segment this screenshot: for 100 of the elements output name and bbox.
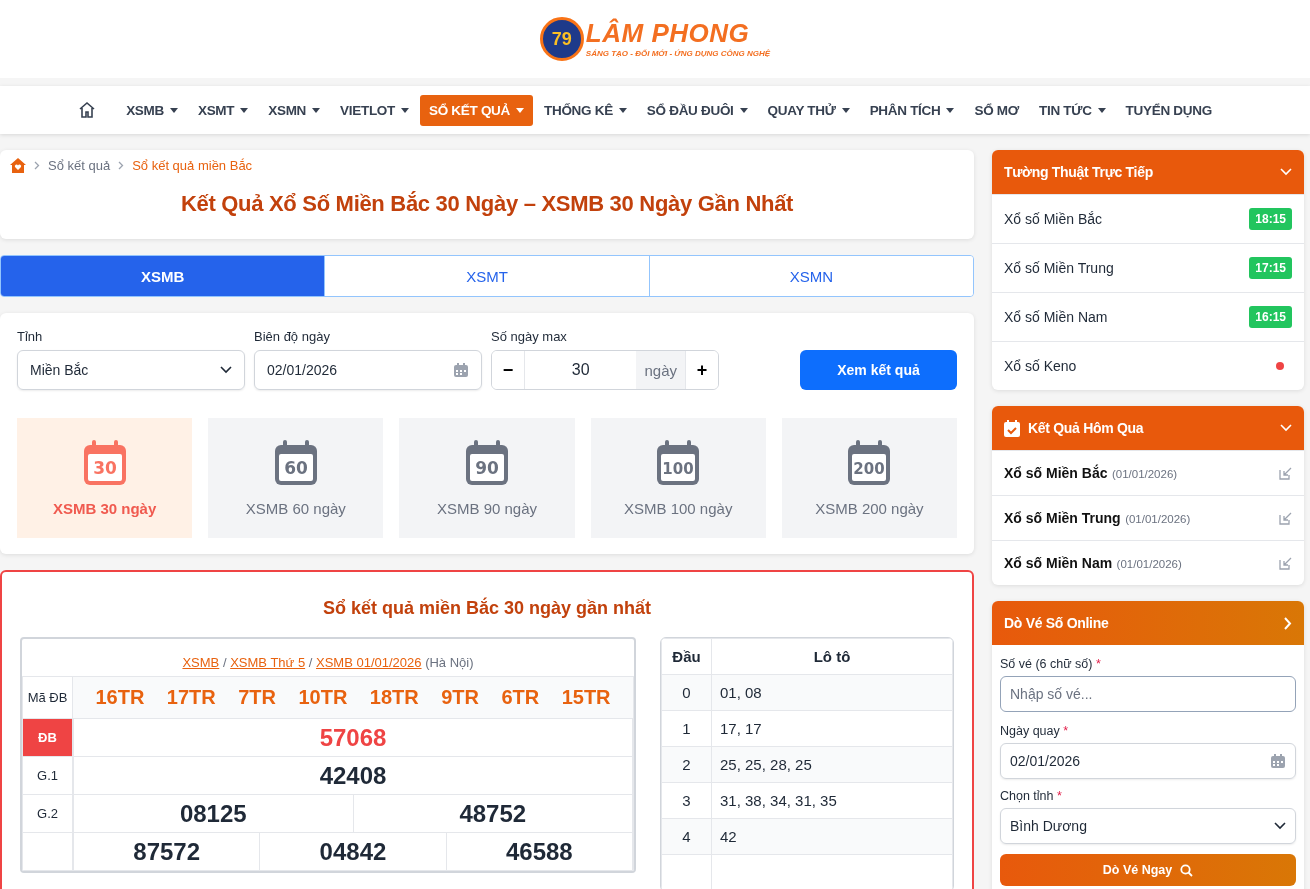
- edit-icon[interactable]: [1279, 466, 1292, 480]
- date-field[interactable]: 02/01/2026: [254, 350, 482, 390]
- prize-number: 48752: [353, 795, 633, 832]
- field-label: Tỉnh: [17, 329, 44, 344]
- code-value: 15TR: [561, 686, 611, 709]
- nav-item[interactable]: QUAY THỬ: [758, 94, 859, 126]
- chevron-down-icon: [220, 366, 232, 374]
- live-link[interactable]: Xổ số Miền Nam: [1004, 309, 1108, 325]
- field-label: Số ngày max: [491, 329, 568, 344]
- edit-icon[interactable]: [1279, 511, 1292, 525]
- calendar-icon: [453, 362, 469, 378]
- code-value: 7TR: [238, 686, 276, 709]
- logo-badge: 79: [539, 17, 584, 61]
- panel-title: Kết Quả Hôm Qua: [1028, 420, 1144, 436]
- table-cell: 1: [661, 710, 712, 747]
- table-cell: 17, 17: [711, 710, 953, 747]
- table-cell: 01, 08: [711, 674, 953, 711]
- time-badge: 16:15: [1249, 306, 1292, 328]
- table-cell: 4: [661, 818, 712, 855]
- field-label: Biên độ ngày: [254, 329, 331, 344]
- panel-title: Tường Thuật Trực Tiếp: [1004, 164, 1153, 180]
- live-link[interactable]: Xổ số Miền Bắc: [1004, 211, 1103, 227]
- result-date: (01/01/2026): [1111, 468, 1178, 480]
- time-badge: 18:15: [1249, 208, 1292, 230]
- code-value: 6TR: [501, 686, 540, 709]
- table-cell: 31, 38, 34, 31, 35: [711, 782, 953, 819]
- code-value: 18TR: [369, 686, 419, 709]
- region-tab[interactable]: XSMN: [648, 256, 973, 296]
- prize-number: 57068: [73, 719, 633, 756]
- results-breadcrumb: XSMB / XSMB Thứ 5 / XSMB 01/01/2026 (Hà Nội): [181, 654, 475, 672]
- column-header: Đầu: [661, 638, 712, 675]
- field-label: Số vé (6 chữ số) *: [1000, 657, 1102, 671]
- time-badge: 17:15: [1249, 257, 1292, 279]
- breadcrumb-link[interactable]: Sổ kết quả miền Bắc: [132, 158, 253, 173]
- table-cell: 3: [661, 782, 712, 819]
- calendar-icon: [1270, 753, 1286, 769]
- breadcrumb-link[interactable]: Sổ kết quả: [48, 158, 111, 173]
- table-cell: 0: [661, 674, 712, 711]
- logo-tagline: SÁNG TẠO - ĐỔI MỚI - ỨNG DỤNG CÔNG NGHỆ: [585, 49, 771, 58]
- nav-item[interactable]: XSMT: [188, 94, 258, 126]
- nav-item[interactable]: XSMB: [117, 94, 187, 126]
- nav-item[interactable]: PHÂN TÍCH: [860, 94, 964, 126]
- search-icon: [1180, 863, 1194, 877]
- nav-item[interactable]: TUYỂN DỤNG: [1116, 94, 1221, 126]
- preset-tile[interactable]: 100 XSMB 100 ngày: [590, 418, 766, 538]
- nav-item[interactable]: TIN TỨC: [1030, 94, 1115, 126]
- chevron-down-icon: [1280, 168, 1292, 176]
- field-label: Chọn tỉnh *: [1000, 789, 1063, 803]
- prize-number: 87572: [73, 833, 260, 870]
- chevron-right-icon: [34, 161, 40, 170]
- edit-icon[interactable]: [1279, 556, 1292, 570]
- preset-tile[interactable]: 200 XSMB 200 ngày: [781, 418, 957, 538]
- code-value: 17TR: [166, 686, 216, 709]
- page-title: Kết Quả Xổ Số Miền Bắc 30 Ngày – XSMB 30 Ngày Gần Nhất: [179, 191, 795, 217]
- nav-item[interactable]: THỐNG KÊ: [535, 94, 636, 126]
- code-value: 16TR: [95, 686, 145, 709]
- nav-item[interactable]: SỔ ĐẦU ĐUÔI: [637, 94, 757, 126]
- prize-number: 46588: [446, 833, 633, 870]
- result-link[interactable]: Xổ số Miền Trung: [1004, 510, 1121, 526]
- result-date: (01/01/2026): [1125, 513, 1191, 525]
- nav-item[interactable]: XSMN: [259, 94, 330, 126]
- ticket-number-field[interactable]: Nhập số vé...: [1000, 676, 1296, 712]
- panel-title: Dò Vé Số Online: [1004, 615, 1109, 631]
- home-icon[interactable]: [78, 101, 97, 119]
- result-link[interactable]: XSMB Thứ 5: [230, 655, 306, 670]
- table-cell: 2: [661, 746, 712, 783]
- table-cell: 42: [711, 818, 953, 855]
- prize-number: 08125: [73, 795, 353, 832]
- result-link[interactable]: Xổ số Miền Nam: [1004, 555, 1113, 571]
- link-separator: /: [222, 655, 227, 670]
- chevron-right-icon[interactable]: [1284, 616, 1292, 630]
- view-results-button[interactable]: Xem kết quả: [800, 350, 957, 390]
- date-field[interactable]: 02/01/2026: [1000, 743, 1296, 779]
- prize-label: G.2: [22, 794, 73, 833]
- live-link[interactable]: Xổ số Miền Trung: [1004, 260, 1114, 276]
- result-date: (01/01/2026): [1116, 558, 1182, 570]
- live-link[interactable]: Xổ số Keno: [1004, 358, 1077, 374]
- prize-number: 04842: [259, 833, 447, 870]
- prize-label: ĐB: [22, 718, 73, 757]
- result-link[interactable]: XSMB: [182, 655, 220, 670]
- province-select[interactable]: Bình Dương: [1000, 808, 1296, 844]
- field-label: Ngày quay *: [1000, 724, 1070, 738]
- calendar-check-icon: [1004, 419, 1020, 437]
- nav-item[interactable]: VIETLOT: [331, 94, 418, 126]
- code-value: 9TR: [441, 686, 479, 709]
- chevron-down-icon: [1274, 822, 1286, 830]
- chevron-down-icon: [1280, 424, 1292, 432]
- column-header: Lô tô: [711, 638, 953, 675]
- province-select[interactable]: Miền Bắc: [17, 350, 245, 390]
- table-cell: 25, 25, 28, 25: [711, 746, 953, 783]
- preset-tile[interactable]: 60 XSMB 60 ngày: [208, 418, 384, 538]
- result-link[interactable]: Xổ số Miền Bắc: [1004, 465, 1108, 481]
- chevron-right-icon: [118, 161, 125, 170]
- region-tab[interactable]: XSMB: [1, 256, 325, 296]
- code-value: 10TR: [298, 686, 348, 709]
- preset-tile[interactable]: 90 XSMB 90 ngày: [399, 418, 575, 538]
- prize-number: 42408: [73, 757, 633, 794]
- prize-label: G.1: [22, 756, 73, 795]
- region-tab[interactable]: XSMT: [324, 256, 649, 296]
- nav-item[interactable]: SỔ MƠ: [965, 94, 1028, 126]
